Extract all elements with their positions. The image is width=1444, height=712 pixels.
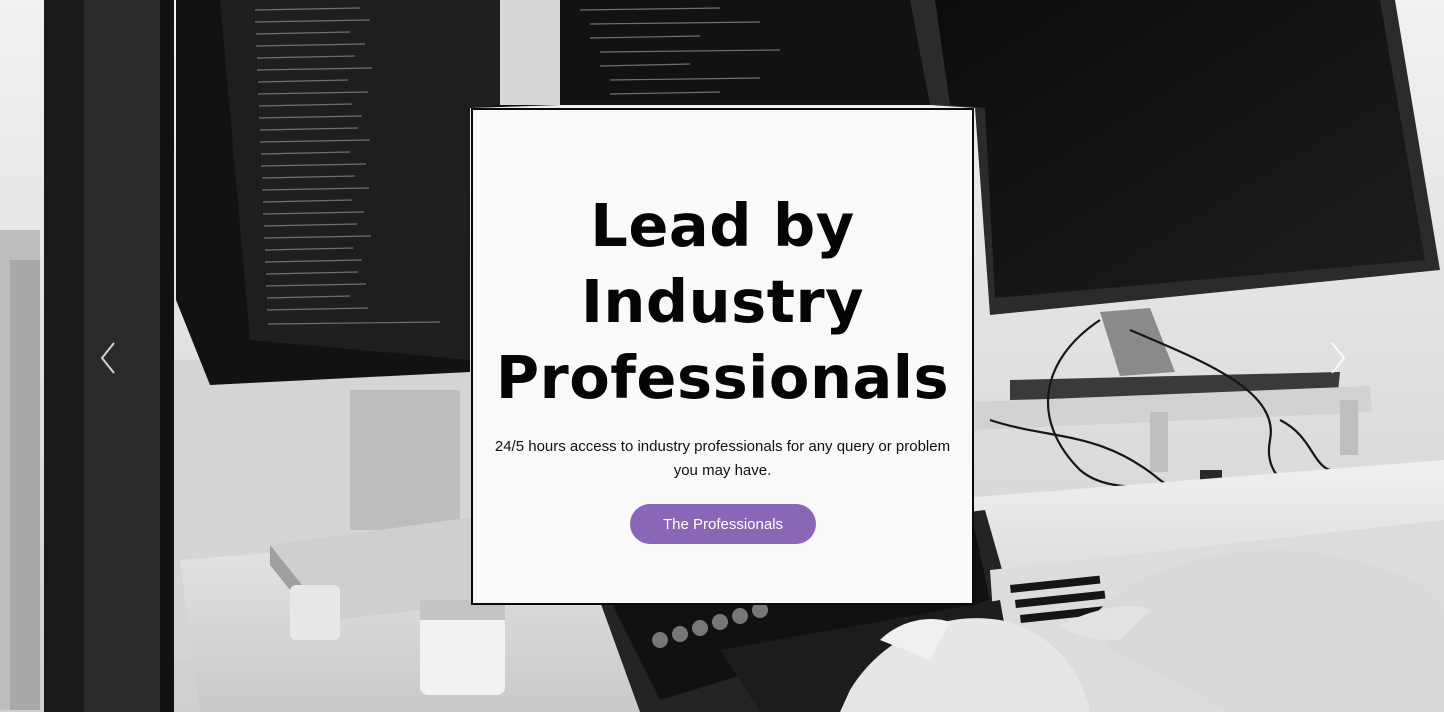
hero-subtext: 24/5 hours access to industry profession…: [494, 438, 951, 479]
chevron-right-icon[interactable]: [1322, 340, 1352, 376]
hero-carousel: Lead by Industry Professionals 24/5 hour…: [0, 0, 1444, 712]
headline-line-2: Industry: [580, 267, 865, 336]
chevron-left-icon[interactable]: [94, 340, 124, 376]
headline-line-1: Lead by: [590, 191, 855, 260]
hero-headline: Lead by Industry Professionals: [473, 188, 972, 416]
hero-card: Lead by Industry Professionals 24/5 hour…: [471, 108, 974, 605]
professionals-button[interactable]: The Professionals: [630, 504, 816, 544]
headline-line-3: Professionals: [495, 343, 950, 412]
